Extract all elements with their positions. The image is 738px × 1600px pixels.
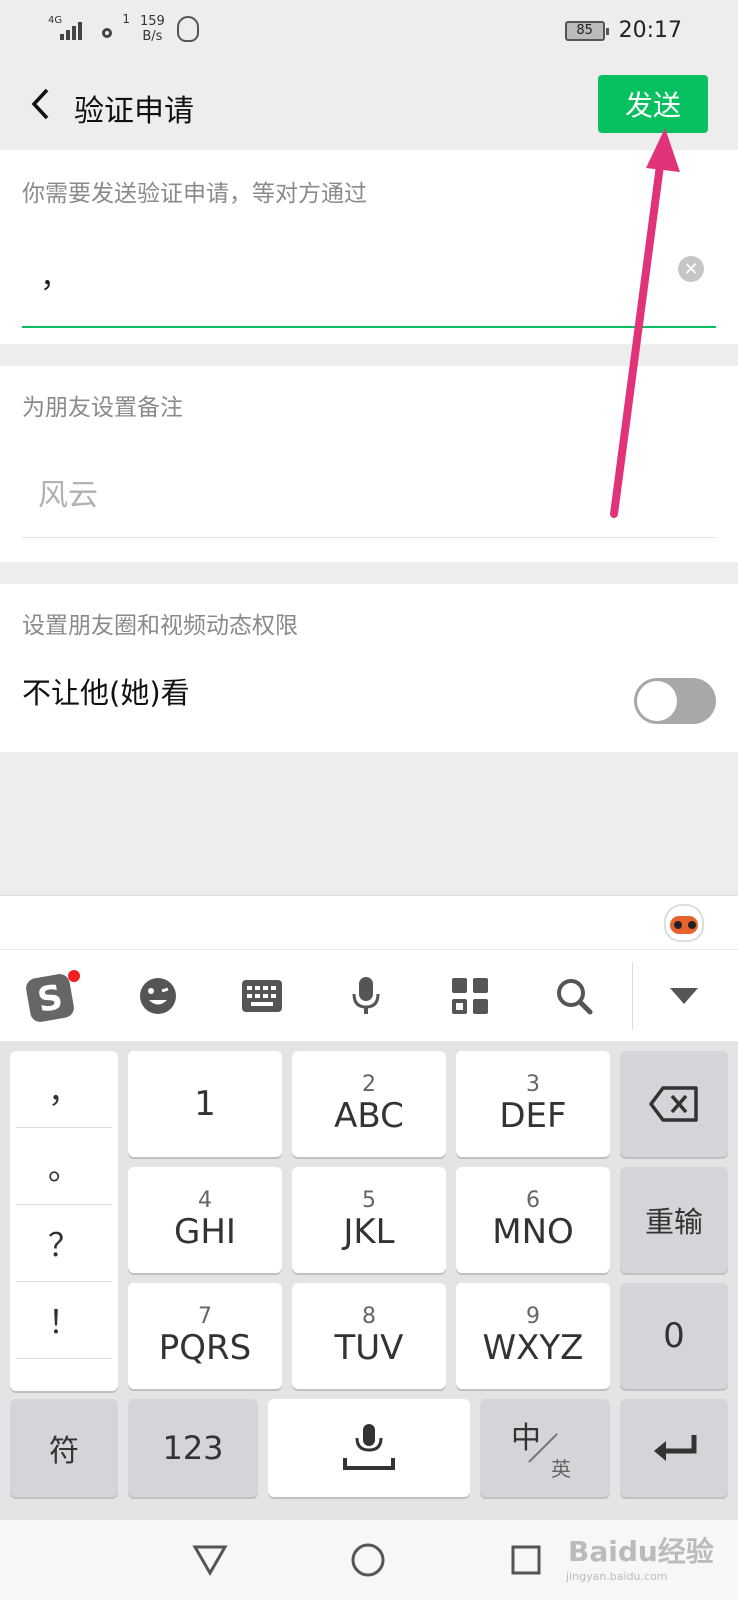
key-0[interactable]: 0 [620, 1283, 728, 1389]
key-4[interactable]: 4 GHI [128, 1167, 282, 1273]
punct-key[interactable]: ？ [16, 1205, 112, 1282]
punct-key[interactable]: ， [16, 1051, 112, 1128]
verify-message-hint: 你需要发送验证申请，等对方通过 [22, 181, 367, 207]
enter-icon [654, 1435, 697, 1461]
zero-label: 0 [663, 1316, 685, 1356]
ime-mascot-icon[interactable] [662, 904, 706, 944]
remark-input[interactable]: 风云 [22, 442, 716, 538]
emoji-icon[interactable] [118, 950, 198, 1042]
numeric-key[interactable]: 123 [128, 1399, 258, 1497]
key-number: 2 [362, 1072, 376, 1097]
punct-key[interactable]: ！ [16, 1282, 112, 1359]
wifi-icon: 1 [92, 12, 130, 42]
key-letters: DEF [499, 1096, 567, 1136]
backspace-key[interactable] [620, 1051, 728, 1157]
punct-key[interactable]: 。 [16, 1128, 112, 1205]
back-button[interactable] [20, 82, 60, 126]
enter-key[interactable] [620, 1399, 728, 1497]
key-letters: WXYZ [482, 1328, 584, 1368]
system-nav-bar: Baidu经验 jingyan.baidu.com [0, 1520, 738, 1600]
collapse-keyboard-icon[interactable] [644, 950, 724, 1042]
key-letters: MNO [492, 1212, 574, 1252]
hide-moments-toggle[interactable] [634, 678, 716, 724]
privacy-section: 设置朋友圈和视频动态权限 不让他(她)看 [0, 584, 738, 752]
key-letters: GHI [174, 1212, 236, 1252]
nav-home-icon[interactable] [346, 1538, 390, 1582]
clock: 20:17 [618, 18, 682, 43]
battery-level: 85 [576, 23, 593, 38]
privacy-hint: 设置朋友圈和视频动态权限 [22, 613, 298, 639]
nine-key-keyboard: ， 。 ？ ！ 1 2 ABC 3 DEF 4 GHI 5 JKL 6 MNO … [0, 1041, 738, 1520]
verify-message-input[interactable]: ， ✕ [22, 222, 716, 328]
key-label: 1 [194, 1084, 216, 1124]
key-number: 4 [198, 1188, 212, 1213]
remark-section: 为朋友设置备注 风云 [0, 366, 738, 562]
baidu-watermark-url: jingyan.baidu.com [566, 1570, 668, 1583]
key-letters: PQRS [158, 1328, 252, 1368]
key-number: 3 [526, 1072, 540, 1097]
ime-toolbar: S [0, 949, 738, 1041]
keyboard-icon[interactable] [222, 950, 302, 1042]
symbol-key[interactable]: 符 [10, 1399, 118, 1497]
network-speed: 159 B/s [140, 14, 165, 44]
speed-value: 159 [140, 14, 165, 29]
send-button[interactable]: 发送 [598, 75, 708, 133]
key-letters: TUV [334, 1328, 404, 1368]
baidu-watermark: Baidu经验 [568, 1535, 714, 1568]
symbol-label: 符 [49, 1434, 79, 1469]
space-voice-key[interactable] [268, 1399, 470, 1497]
key-number: 6 [526, 1188, 540, 1213]
clear-input-icon[interactable]: ✕ [678, 256, 704, 282]
nav-back-icon[interactable] [188, 1538, 232, 1582]
key-2[interactable]: 2 ABC [292, 1051, 446, 1157]
ime-candidate-bar [0, 895, 738, 949]
microphone-icon[interactable] [326, 950, 406, 1042]
key-9[interactable]: 9 WXYZ [456, 1283, 610, 1389]
page-title: 验证申请 [74, 94, 194, 129]
key-8[interactable]: 8 TUV [292, 1283, 446, 1389]
sogou-logo-icon[interactable]: S [12, 950, 92, 1042]
wifi-badge: 1 [122, 12, 130, 26]
punctuation-column: ， 。 ？ ！ [10, 1051, 118, 1391]
remark-placeholder: 风云 [38, 478, 98, 513]
search-icon[interactable] [534, 950, 614, 1042]
status-bar: 4G 1 159 B/s 85 20:17 [0, 0, 738, 64]
speed-unit: B/s [142, 29, 163, 44]
key-letters: JKL [343, 1212, 395, 1252]
remark-hint: 为朋友设置备注 [22, 395, 183, 421]
nav-recents-icon[interactable] [504, 1538, 548, 1582]
key-6[interactable]: 6 MNO [456, 1167, 610, 1273]
key-number: 7 [198, 1304, 212, 1329]
battery-icon: 85 [564, 20, 609, 41]
verify-message-section: 你需要发送验证申请，等对方通过 ， ✕ [0, 150, 738, 344]
hide-moments-label: 不让他(她)看 [22, 676, 190, 710]
toolbox-grid-icon[interactable] [430, 950, 510, 1042]
microphone-space-icon [343, 1424, 395, 1470]
lang-sub-label: 英 [551, 1457, 571, 1481]
key-number: 8 [362, 1304, 376, 1329]
qq-notification-icon [176, 16, 199, 42]
reinput-key[interactable]: 重输 [620, 1167, 728, 1273]
key-1[interactable]: 1 [128, 1051, 282, 1157]
key-7[interactable]: 7 PQRS [128, 1283, 282, 1389]
key-number: 9 [526, 1304, 540, 1329]
verify-message-value: ， [40, 260, 70, 295]
key-letters: ABC [334, 1096, 404, 1136]
language-switch-key[interactable]: 中 英 [480, 1399, 610, 1497]
key-3[interactable]: 3 DEF [456, 1051, 610, 1157]
key-5[interactable]: 5 JKL [292, 1167, 446, 1273]
chevron-left-icon [31, 88, 49, 120]
reinput-label: 重输 [644, 1205, 703, 1239]
header: 验证申请 发送 [0, 64, 738, 150]
cellular-signal-icon: 4G [48, 16, 84, 42]
backspace-icon [649, 1086, 698, 1122]
lang-main-label: 中 [511, 1421, 541, 1456]
key-number: 5 [362, 1188, 376, 1213]
numeric-label: 123 [162, 1429, 224, 1467]
